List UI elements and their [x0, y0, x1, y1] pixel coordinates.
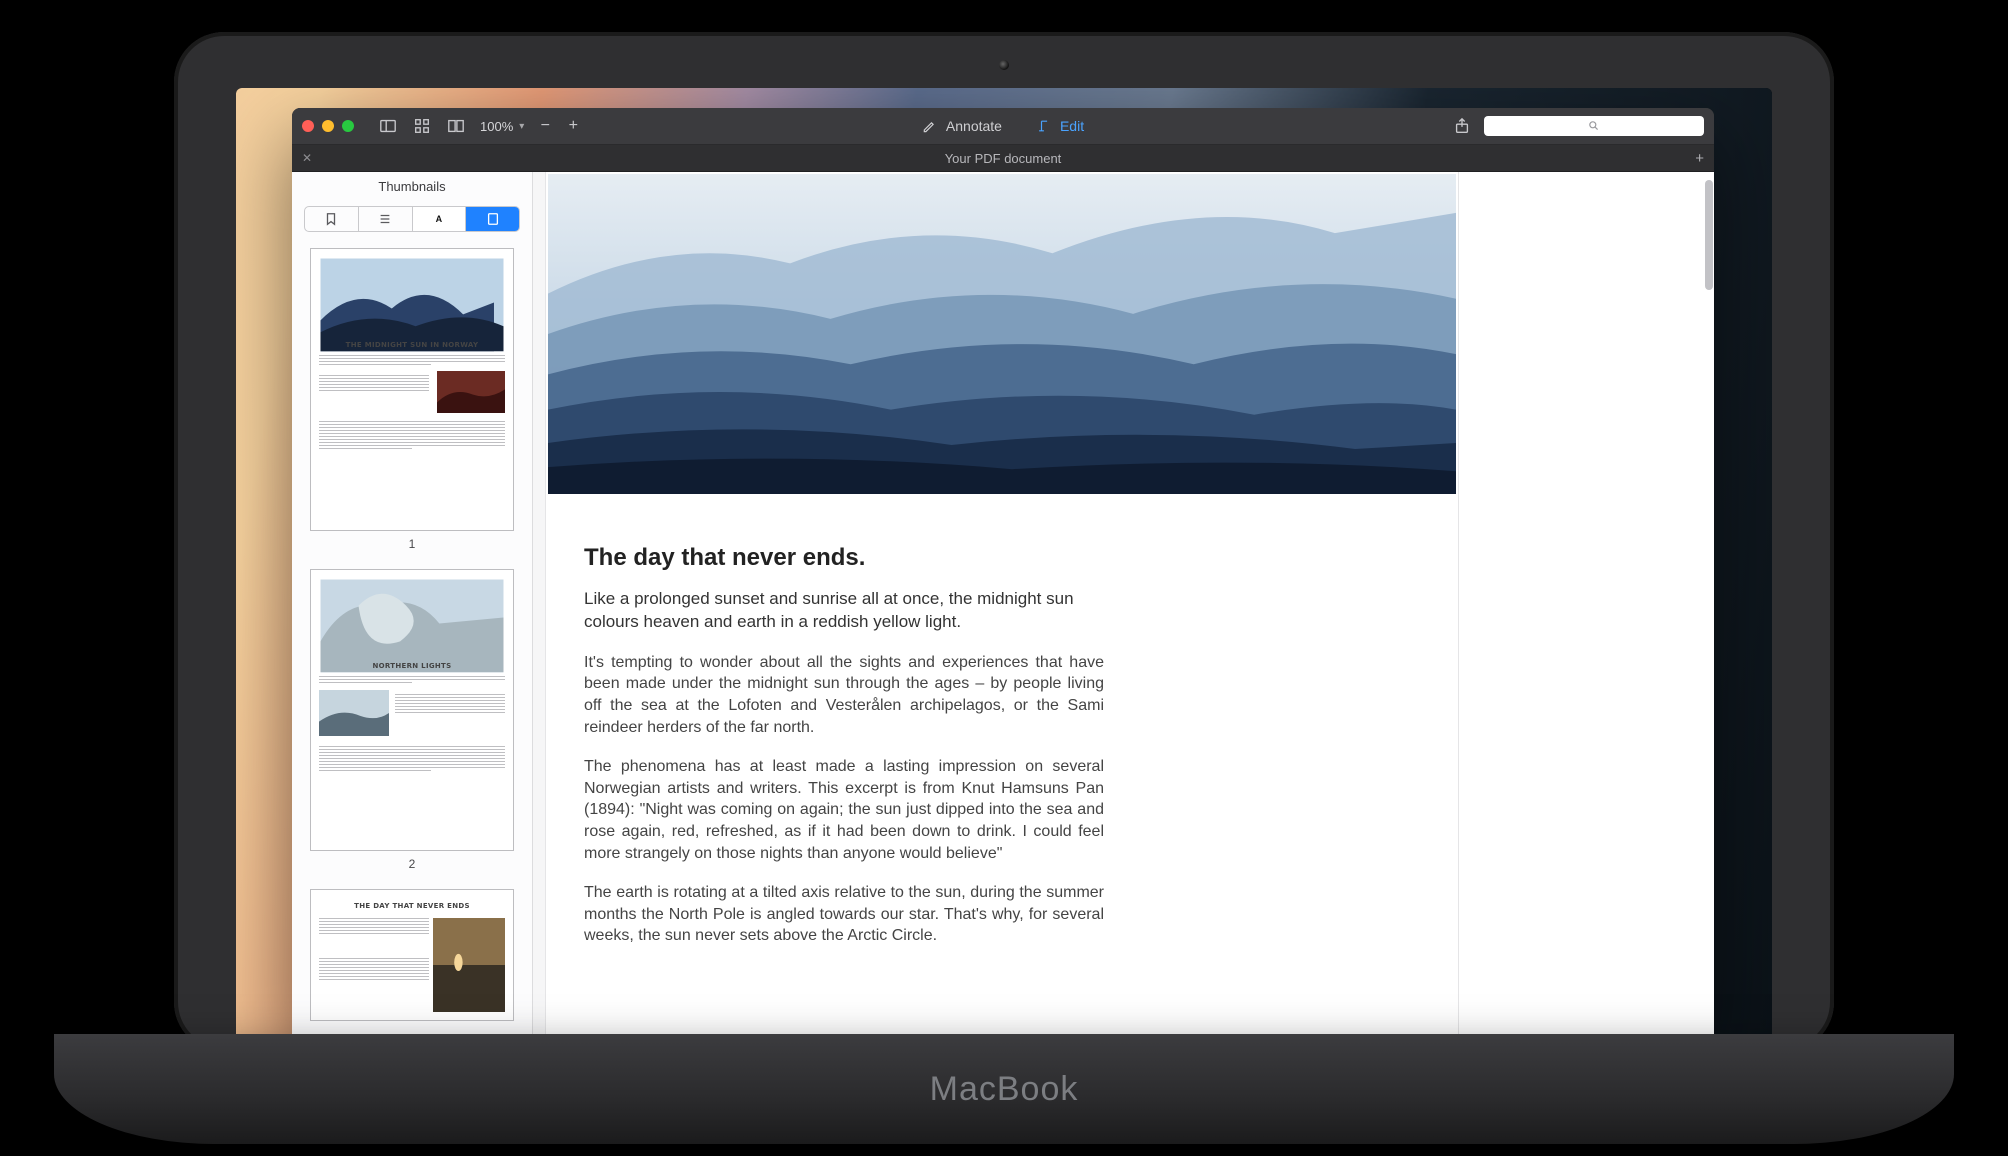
thumbnails-tab[interactable] [466, 207, 519, 231]
thumbnail-2-title: NORTHERN LIGHTS [311, 662, 513, 670]
zoom-control[interactable]: 100% ▾ [480, 119, 524, 134]
outline-tab[interactable] [359, 207, 413, 231]
article-heading: The day that never ends. [584, 544, 1104, 572]
search-input[interactable] [1484, 116, 1704, 136]
annotate-button[interactable]: Annotate [922, 118, 1002, 134]
camera-dot [999, 60, 1009, 70]
edit-label: Edit [1060, 118, 1084, 134]
two-page-view-button[interactable] [446, 116, 466, 136]
inspector-panel [1459, 172, 1714, 1044]
thumbnail-1-number: 1 [310, 537, 514, 551]
zoom-in-button[interactable]: + [566, 116, 580, 136]
laptop-lid: 100% ▾ − + Annotate Edit [174, 32, 1834, 1052]
close-tab-button[interactable]: ✕ [302, 151, 312, 165]
annotate-label: Annotate [946, 118, 1002, 134]
close-window-button[interactable] [302, 120, 314, 132]
zoom-value: 100% [480, 119, 513, 134]
minimize-window-button[interactable] [322, 120, 334, 132]
sidebar-mode-segmented: A [304, 206, 520, 232]
thumbnail-list[interactable]: THE MIDNIGHT SUN IN NORWAY [292, 240, 532, 1044]
page-1: The day that never ends. Like a prolonge… [545, 172, 1459, 1044]
pdf-app-window: 100% ▾ − + Annotate Edit [292, 108, 1714, 1044]
laptop-base: MacBook [54, 1034, 1954, 1144]
tab-bar: ✕ Your PDF document + [292, 145, 1714, 172]
toolbar: 100% ▾ − + Annotate Edit [292, 108, 1714, 145]
window-controls [302, 120, 354, 132]
thumbnail-page-3[interactable]: THE DAY THAT NEVER ENDS [310, 889, 514, 1021]
thumbnail-page-1[interactable]: THE MIDNIGHT SUN IN NORWAY [310, 248, 514, 531]
grid-view-button[interactable] [412, 116, 432, 136]
document-tab-title[interactable]: Your PDF document [945, 151, 1062, 166]
sidebar-heading: Thumbnails [292, 172, 532, 202]
article-p4: The earth is rotating at a tilted axis r… [584, 882, 1104, 947]
app-body: Thumbnails A [292, 172, 1714, 1044]
edit-button[interactable]: Edit [1036, 118, 1084, 134]
add-tab-button[interactable]: + [1695, 150, 1704, 167]
sidebar-toggle-button[interactable] [378, 116, 398, 136]
chevron-down-icon: ▾ [519, 121, 524, 132]
article-p3: The phenomena has at least made a lastin… [584, 756, 1104, 864]
sidebar-scrollbar[interactable] [1705, 180, 1713, 290]
thumbnail-2-number: 2 [310, 857, 514, 871]
bookmarks-tab[interactable] [305, 207, 359, 231]
share-button[interactable] [1452, 116, 1472, 136]
article-body: The day that never ends. Like a prolonge… [548, 494, 1140, 947]
screen: 100% ▾ − + Annotate Edit [236, 88, 1772, 1044]
thumbnail-3-title: THE DAY THAT NEVER ENDS [311, 902, 513, 910]
search-icon [1588, 120, 1600, 132]
zoom-window-button[interactable] [342, 120, 354, 132]
thumbnail-page-2[interactable]: NORTHERN LIGHTS [310, 569, 514, 852]
macbook-frame: 100% ▾ − + Annotate Edit [174, 32, 1834, 1112]
annotations-tab[interactable]: A [413, 207, 467, 231]
article-lead: Like a prolonged sunset and sunrise all … [584, 588, 1104, 634]
device-label: MacBook [54, 1070, 1954, 1109]
document-viewer[interactable]: The day that never ends. Like a prolonge… [533, 172, 1714, 1044]
hero-image [548, 174, 1456, 494]
zoom-out-button[interactable]: − [538, 116, 552, 136]
thumbnail-1-title: THE MIDNIGHT SUN IN NORWAY [311, 341, 513, 349]
article-p2: It's tempting to wonder about all the si… [584, 652, 1104, 738]
thumbnails-sidebar: Thumbnails A [292, 172, 533, 1044]
